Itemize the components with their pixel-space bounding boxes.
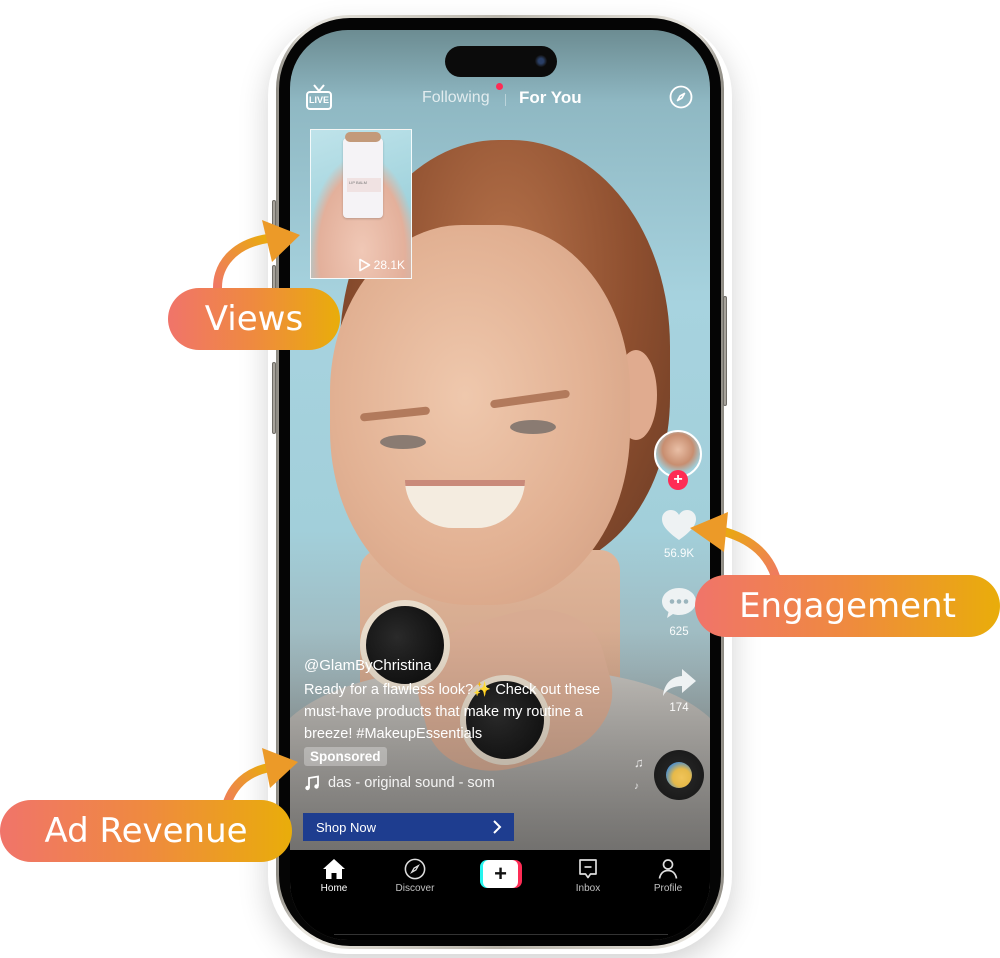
profile-icon — [658, 859, 678, 879]
product-label: LIP BALM — [347, 178, 381, 192]
views-annotation-label: Views — [168, 288, 340, 350]
comment-count: 625 — [669, 626, 689, 638]
brow-left — [359, 406, 431, 422]
share-count: 174 — [669, 702, 689, 714]
ad-revenue-annotation-label: Ad Revenue — [0, 800, 292, 862]
view-count: 28.1K — [373, 258, 405, 272]
compass-icon[interactable] — [669, 85, 693, 109]
chevron-right-icon — [493, 820, 502, 834]
nav-discover[interactable]: Discover — [380, 858, 450, 894]
sponsored-badge: Sponsored — [304, 747, 387, 766]
sound-disc[interactable] — [654, 750, 704, 800]
nav-inbox-label: Inbox — [575, 883, 601, 894]
play-icon — [358, 258, 370, 272]
nav-home[interactable]: Home — [299, 858, 369, 894]
nav-profile-label: Profile — [653, 883, 683, 894]
music-notes-icon: ♫ ♪ — [634, 755, 644, 792]
phone-screen: LIVE Following For You LIP BALM 28.1K + … — [290, 30, 710, 940]
follow-button[interactable]: + — [668, 470, 688, 490]
comment-icon[interactable] — [660, 586, 698, 620]
tab-following[interactable]: Following — [422, 89, 490, 107]
smile — [405, 480, 525, 528]
nav-home-label: Home — [320, 883, 348, 894]
live-button[interactable]: LIVE — [306, 84, 332, 110]
share-icon[interactable] — [660, 666, 698, 700]
create-button[interactable]: + — [480, 860, 522, 888]
tab-divider — [505, 94, 506, 106]
lip-balm-cap — [345, 132, 381, 142]
home-icon — [323, 859, 345, 879]
power-button — [723, 296, 727, 406]
front-camera — [535, 55, 547, 67]
live-label: LIVE — [306, 91, 332, 110]
compass-icon — [404, 858, 426, 880]
volume-down-button — [272, 362, 276, 434]
create-plus-icon: + — [483, 860, 518, 888]
creator-username[interactable]: @GlamByChristina — [304, 657, 624, 674]
engagement-annotation-label: Engagement — [695, 575, 1000, 637]
tab-for-you[interactable]: For You — [519, 88, 582, 108]
video-subject-face — [330, 225, 630, 605]
thumbnail-views: 28.1K — [358, 258, 405, 272]
sound-cover-art — [666, 762, 692, 788]
shop-now-button[interactable]: Shop Now — [303, 813, 514, 841]
bottom-navigation: Home Discover + Inbox Profile — [290, 850, 710, 940]
views-arrow-icon — [213, 220, 300, 296]
nav-inbox[interactable]: Inbox — [553, 858, 623, 894]
sound-info[interactable]: das - original sound - som — [304, 775, 624, 791]
sound-title: das - original sound - som — [328, 775, 495, 791]
shop-now-label: Shop Now — [316, 819, 376, 835]
product-thumbnail[interactable]: LIP BALM 28.1K — [310, 129, 412, 279]
brow-right — [489, 389, 571, 409]
inbox-icon — [579, 859, 597, 879]
video-description: Ready for a flawless look?✨ Check out th… — [304, 682, 601, 742]
video-caption: @GlamByChristina Ready for a flawless lo… — [304, 657, 624, 791]
nav-discover-label: Discover — [395, 883, 435, 894]
eye-right — [510, 420, 556, 434]
nav-profile[interactable]: Profile — [633, 858, 703, 894]
home-indicator — [334, 934, 668, 935]
music-note-icon — [305, 775, 319, 791]
dynamic-island — [445, 46, 557, 77]
notification-dot — [496, 83, 503, 90]
eye-left — [380, 435, 426, 449]
